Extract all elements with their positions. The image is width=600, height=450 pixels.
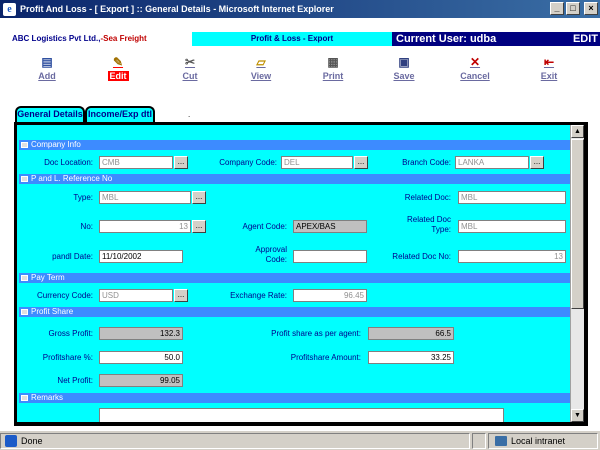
general-details-form: Company Info Doc Location: CMB ... Compa… [14,122,588,426]
edit-icon: ✎ [112,55,124,69]
module-name: -Sea Freight [100,34,147,43]
section-icon [21,176,28,182]
profit-share-agent-label: Profit share as per agent: [271,329,361,338]
toolbar: ▤ Add ✎ Edit ✂ Cut ▱ View ▦ Print ▣ Save… [0,56,600,86]
company-code-label: Company Code: [219,158,277,167]
section-pay-term: Pay Term [19,273,572,283]
exit-icon: ⇤ [543,55,555,69]
remarks-textarea[interactable] [99,408,504,422]
edit-button[interactable]: ✎ Edit [98,56,138,81]
page-done-icon [5,434,17,447]
window-title-bar: e Profit And Loss - [ Export ] :: Genera… [0,0,600,18]
status-bar: Done Local intranet [0,430,600,450]
exchange-rate-label: Exchange Rate: [230,291,287,300]
pandl-date-field[interactable]: 11/10/2002 [99,250,183,263]
currency-code-lookup-button[interactable]: ... [174,289,188,302]
ie-icon: e [3,2,16,16]
profitshare-pct-label: Profitshare %: [42,353,93,362]
net-profit-field: 99.05 [99,374,183,387]
intranet-icon [495,435,507,446]
app-header: ABC Logistics Pvt Ltd.,-Sea Freight Prof… [4,32,600,46]
cancel-button[interactable]: ✕ Cancel [455,55,495,82]
type-field[interactable]: MBL [99,191,191,204]
current-user: Current User: udba EDIT [392,32,600,46]
branch-code-label: Branch Code: [402,158,451,167]
currency-code-field[interactable]: USD [99,289,173,302]
profitshare-amount-field[interactable]: 33.25 [368,351,454,364]
form-scrollbar[interactable]: ▲ ▼ [570,125,584,422]
section-icon [21,142,28,148]
type-lookup-button[interactable]: ... [192,191,206,204]
branch-code-field[interactable]: LANKA [455,156,529,169]
exit-button[interactable]: ⇤ Exit [529,55,569,82]
pandl-date-label: pandl Date: [52,252,93,261]
cancel-icon: ✕ [469,55,481,69]
related-doc-no-label: Related Doc No: [392,252,451,261]
no-lookup-button[interactable]: ... [192,220,206,233]
no-field[interactable]: 13 [99,220,191,233]
tab-income-exp[interactable]: Income/Exp dtl [85,106,155,122]
company-code-field[interactable]: DEL [281,156,353,169]
net-profit-label: Net Profit: [57,376,93,385]
scroll-thumb[interactable] [571,139,584,309]
branch-code-lookup-button[interactable]: ... [530,156,544,169]
page-content: ABC Logistics Pvt Ltd.,-Sea Freight Prof… [0,18,600,430]
print-button[interactable]: ▦ Print [313,55,353,82]
close-button[interactable]: × [584,2,598,15]
doc-location-field[interactable]: CMB [99,156,173,169]
company-code-lookup-button[interactable]: ... [354,156,368,169]
section-company-info: Company Info [19,140,572,150]
window-title: Profit And Loss - [ Export ] :: General … [20,4,334,14]
gross-profit-label: Gross Profit: [48,329,93,338]
doc-location-label: Doc Location: [44,158,93,167]
tab-separator-dot: . [188,110,191,119]
doc-location-lookup-button[interactable]: ... [174,156,188,169]
status-pane [472,432,486,449]
mode-indicator: EDIT [572,33,598,45]
section-icon [21,395,28,401]
type-label: Type: [73,193,93,202]
no-label: No: [80,222,93,231]
related-doc-label: Related Doc: [404,193,451,202]
profitshare-amount-label: Profitshare Amount: [290,353,361,362]
printer-icon: ▦ [327,55,339,69]
company-name: ABC Logistics Pvt Ltd.,-Sea Freight [4,32,192,46]
profit-share-agent-field: 66.5 [368,327,454,340]
section-icon [21,275,28,281]
scroll-up-icon[interactable]: ▲ [571,125,584,138]
agent-code-field: APEX/BAS [293,220,367,233]
section-profit-share: Profit Share [19,307,572,317]
add-button[interactable]: ▤ Add [27,55,67,82]
currency-code-label: Currency Code: [36,291,93,300]
related-doc-field[interactable]: MBL [458,191,566,204]
approval-code-label: Approval Code: [255,245,287,264]
cut-button[interactable]: ✂ Cut [170,55,210,82]
scissors-icon: ✂ [184,55,196,69]
save-button[interactable]: ▣ Save [384,55,424,82]
folder-icon: ▱ [256,55,266,69]
exchange-rate-field[interactable]: 96.45 [293,289,367,302]
related-doc-no-field[interactable]: 13 [458,250,566,263]
add-icon: ▤ [41,55,53,69]
page-title: Profit & Loss - Export [192,32,392,46]
related-doc-type-label: Related Doc Type: [406,215,451,234]
agent-code-label: Agent Code: [242,222,287,231]
approval-code-field[interactable] [293,250,367,263]
section-icon [21,309,28,315]
related-doc-type-field[interactable]: MBL [458,220,566,233]
section-remarks: Remarks [19,393,572,403]
status-text-pane: Done [0,432,470,449]
scroll-down-icon[interactable]: ▼ [571,409,584,422]
section-pl-reference: P and L. Reference No [19,174,572,184]
security-zone: Local intranet [488,432,598,449]
save-icon: ▣ [398,55,410,69]
tab-general-details[interactable]: General Details [15,106,85,122]
view-button[interactable]: ▱ View [241,55,281,82]
profitshare-pct-field[interactable]: 50.0 [99,351,183,364]
maximize-button[interactable]: □ [566,2,580,15]
gross-profit-field: 132.3 [99,327,183,340]
minimize-button[interactable]: _ [550,2,564,15]
